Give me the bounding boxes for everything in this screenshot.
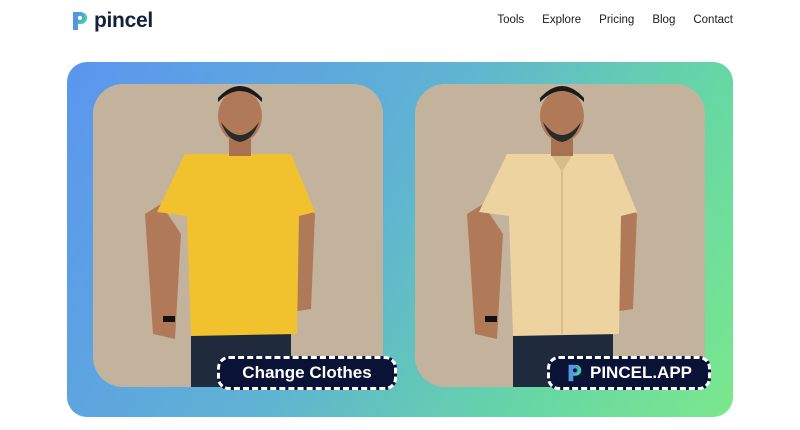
before-photo [93, 84, 383, 387]
nav-tools[interactable]: Tools [497, 14, 524, 26]
main-nav: Tools Explore Pricing Blog Contact [497, 14, 733, 26]
site-header: pincel Tools Explore Pricing Blog Contac… [0, 0, 800, 50]
pincel-app-label: PINCEL.APP [589, 363, 693, 382]
pincel-logo-icon [73, 12, 87, 30]
hero-banner: Change Clothes PINCEL.APP [67, 62, 733, 417]
after-photo [415, 84, 705, 387]
nav-explore[interactable]: Explore [542, 14, 581, 26]
nav-pricing[interactable]: Pricing [599, 14, 634, 26]
pincel-logo-icon [568, 364, 582, 382]
nav-blog[interactable]: Blog [652, 14, 675, 26]
pincel-app-tag: PINCEL.APP [547, 356, 711, 390]
change-clothes-tag: Change Clothes [217, 356, 397, 390]
nav-contact[interactable]: Contact [693, 14, 733, 26]
brand-name: pincel [94, 9, 153, 32]
logo[interactable]: pincel [70, 9, 153, 33]
change-clothes-label: Change Clothes [242, 363, 372, 382]
